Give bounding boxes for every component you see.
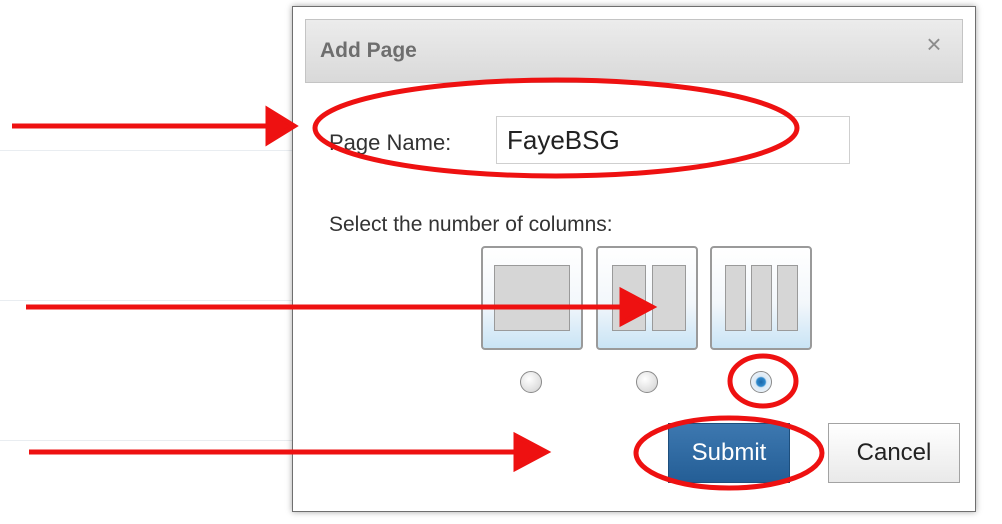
one-column-layout-button[interactable] (481, 246, 583, 350)
three-column-radio[interactable] (750, 371, 772, 393)
one-column-radio[interactable] (520, 371, 542, 393)
two-column-layout-button[interactable] (596, 246, 698, 350)
column-panel (777, 265, 798, 331)
cancel-button[interactable]: Cancel (828, 423, 960, 483)
two-column-radio[interactable] (636, 371, 658, 393)
page-name-label: Page Name: (329, 130, 452, 155)
page-name-input[interactable] (496, 116, 850, 164)
dialog-title: Add Page (320, 39, 417, 62)
dialog-header: Add Page × (305, 19, 963, 83)
three-column-layout-button[interactable] (710, 246, 812, 350)
column-panel (652, 265, 686, 331)
column-panel (494, 265, 570, 331)
backdrop-divider (0, 300, 292, 301)
column-panel (725, 265, 746, 331)
column-panel (751, 265, 772, 331)
backdrop-divider (0, 150, 292, 151)
backdrop-divider (0, 440, 292, 441)
columns-label: Select the number of columns: (329, 213, 613, 236)
close-icon[interactable]: × (922, 31, 946, 57)
submit-button[interactable]: Submit (668, 423, 790, 483)
column-panel (612, 265, 646, 331)
